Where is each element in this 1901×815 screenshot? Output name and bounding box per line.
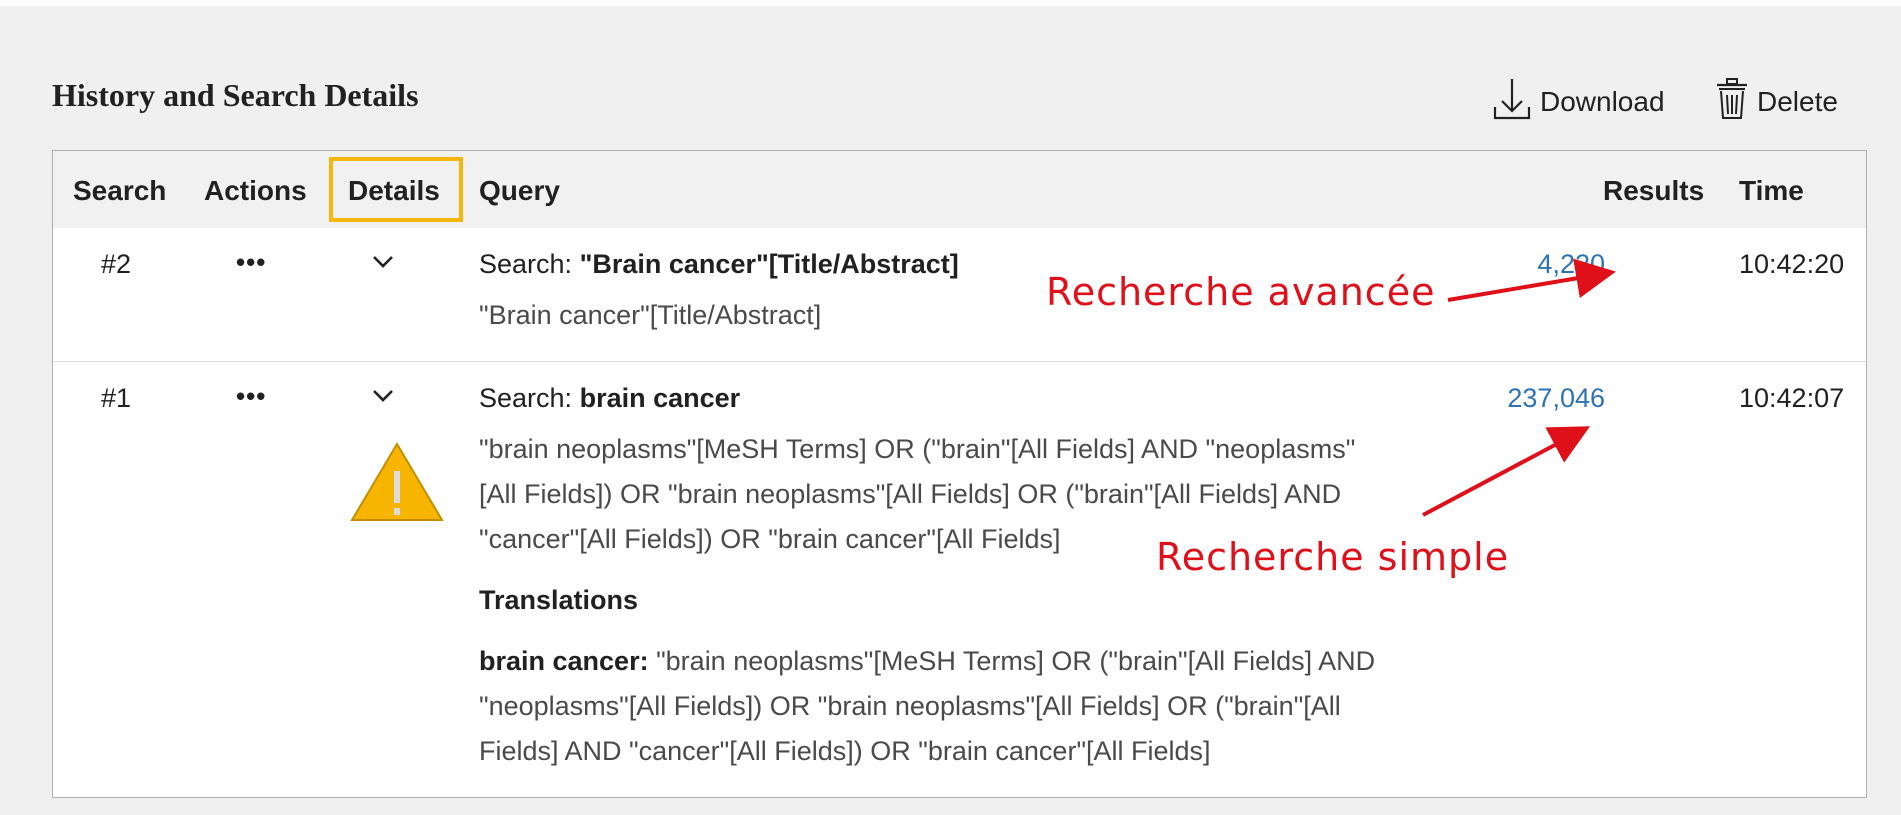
row-1-details-line: "cancer"[All Fields]) OR "brain cancer"[… xyxy=(479,524,1061,554)
download-button[interactable]: Download xyxy=(1492,78,1665,124)
delete-button[interactable]: Delete xyxy=(1715,77,1838,124)
row-1-details-toggle[interactable] xyxy=(372,367,394,417)
row-2-search-line: Search: "Brain cancer"[Title/Abstract] xyxy=(479,242,959,287)
row-1-search-term[interactable]: brain cancer xyxy=(580,383,741,413)
warning-triangle-icon xyxy=(349,441,445,528)
col-results[interactable]: Results xyxy=(1603,175,1704,207)
row-1-number: #1 xyxy=(101,383,132,413)
translations-heading: Translations xyxy=(479,585,639,615)
row-1-results-link[interactable]: 237,046 xyxy=(1465,376,1605,421)
col-time[interactable]: Time xyxy=(1739,175,1804,207)
download-icon xyxy=(1492,77,1532,128)
row-separator xyxy=(53,361,1866,362)
row-1-details-line: "brain neoplasms"[MeSH Terms] OR ("brain… xyxy=(479,434,1356,464)
top-strip xyxy=(0,0,1901,6)
row-1-details-line: [All Fields]) OR "brain neoplasms"[All F… xyxy=(479,479,1342,509)
row-1-actions-menu[interactable]: ••• xyxy=(236,374,266,419)
section-title: History and Search Details xyxy=(52,77,419,113)
page: History and Search Details Download Dele… xyxy=(0,0,1901,815)
row-2-actions-menu[interactable]: ••• xyxy=(236,240,266,285)
table-header: Search Actions Details Query Results Tim… xyxy=(53,151,1866,228)
annotation-simple: Recherche simple xyxy=(1156,535,1510,579)
col-search[interactable]: Search xyxy=(73,175,166,207)
row-1-time: 10:42:07 xyxy=(1739,383,1845,413)
annotation-advanced: Recherche avancée xyxy=(1046,270,1436,314)
row-2-search-term[interactable]: "Brain cancer"[Title/Abstract] xyxy=(580,249,959,279)
row-2-details-line: "Brain cancer"[Title/Abstract] xyxy=(479,300,822,330)
translation-line: "neoplasms"[All Fields]) OR "brain neopl… xyxy=(479,691,1341,721)
col-actions[interactable]: Actions xyxy=(204,175,307,207)
download-label: Download xyxy=(1540,86,1665,117)
translation-line: Fields] AND "cancer"[All Fields]) OR "br… xyxy=(479,736,1211,766)
chevron-down-icon xyxy=(373,256,393,268)
row-1-search-prefix: Search: xyxy=(479,383,573,413)
row-2-time: 10:42:20 xyxy=(1739,249,1845,279)
details-highlight-box xyxy=(329,157,463,222)
col-query[interactable]: Query xyxy=(479,175,560,207)
row-2-search-prefix: Search: xyxy=(479,249,573,279)
row-2-results-link[interactable]: 4,220 xyxy=(1465,242,1605,287)
translation-text: "brain neoplasms"[MeSH Terms] OR ("brain… xyxy=(648,646,1376,676)
delete-label: Delete xyxy=(1757,86,1838,117)
translation-line: brain cancer: "brain neoplasms"[MeSH Ter… xyxy=(479,639,1375,684)
row-1-search-line: Search: brain cancer xyxy=(479,376,740,421)
row-2-details-toggle[interactable] xyxy=(372,233,394,283)
row-2-number: #2 xyxy=(101,249,132,279)
translation-term: brain cancer: xyxy=(479,646,649,676)
history-table: Search Actions Details Query Results Tim… xyxy=(52,150,1867,798)
chevron-down-icon xyxy=(373,390,393,402)
trash-icon xyxy=(1715,77,1749,128)
